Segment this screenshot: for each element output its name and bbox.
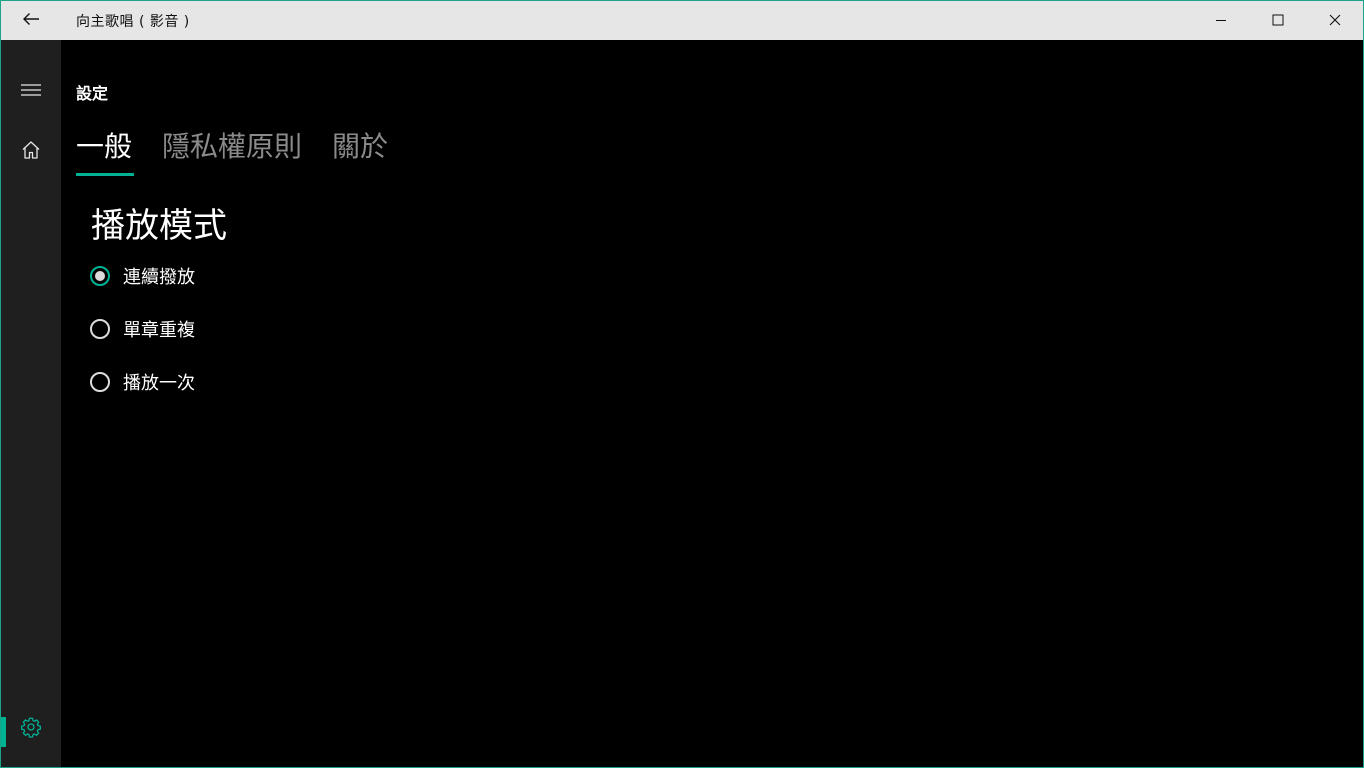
app-window: 向主歌唱 ( 影音 ) 設定 一般 隱私權原則 關於 播放模式 連續撥放 單章重… [0, 0, 1364, 768]
radio-button-checked[interactable] [90, 266, 110, 286]
section-title-play-mode: 播放模式 [91, 206, 227, 246]
tab-privacy-policy[interactable]: 隱私權原則 [162, 130, 302, 176]
settings-tabs: 一般 隱私權原則 關於 [76, 130, 418, 176]
tab-general[interactable]: 一般 [76, 130, 135, 176]
close-button[interactable] [1306, 1, 1363, 40]
back-arrow-icon [22, 11, 40, 30]
maximize-button[interactable] [1249, 1, 1306, 40]
tab-about[interactable]: 關於 [332, 130, 388, 176]
nav-item-home[interactable] [1, 128, 61, 176]
title-bar: 向主歌唱 ( 影音 ) [1, 1, 1363, 40]
radio-label: 播放一次 [123, 373, 195, 394]
radio-button[interactable] [90, 319, 110, 339]
page-title: 設定 [76, 84, 109, 103]
home-icon [21, 140, 41, 164]
radio-button[interactable] [90, 372, 110, 392]
nav-item-settings[interactable] [1, 705, 61, 753]
radio-dot [95, 271, 105, 281]
gear-icon [20, 716, 42, 742]
hamburger-menu-icon [21, 82, 41, 101]
radio-continuous-play[interactable]: 連續撥放 [90, 262, 195, 290]
maximize-icon [1272, 11, 1284, 30]
hamburger-menu-button[interactable] [1, 67, 61, 115]
selected-indicator [1, 717, 6, 747]
radio-play-once[interactable]: 播放一次 [90, 368, 195, 396]
back-button[interactable] [1, 1, 61, 40]
caption-buttons [1192, 1, 1363, 40]
minimize-button[interactable] [1192, 1, 1249, 40]
radio-label: 連續撥放 [123, 267, 195, 288]
minimize-icon [1215, 11, 1227, 30]
play-mode-radio-group: 連續撥放 單章重複 播放一次 [90, 262, 195, 421]
radio-repeat-chapter[interactable]: 單章重複 [90, 315, 195, 343]
settings-content: 設定 一般 隱私權原則 關於 播放模式 連續撥放 單章重複 播放一次 [61, 40, 1363, 767]
close-icon [1329, 11, 1341, 30]
window-title: 向主歌唱 ( 影音 ) [76, 13, 190, 30]
nav-sidebar [1, 40, 61, 767]
radio-label: 單章重複 [123, 320, 195, 341]
